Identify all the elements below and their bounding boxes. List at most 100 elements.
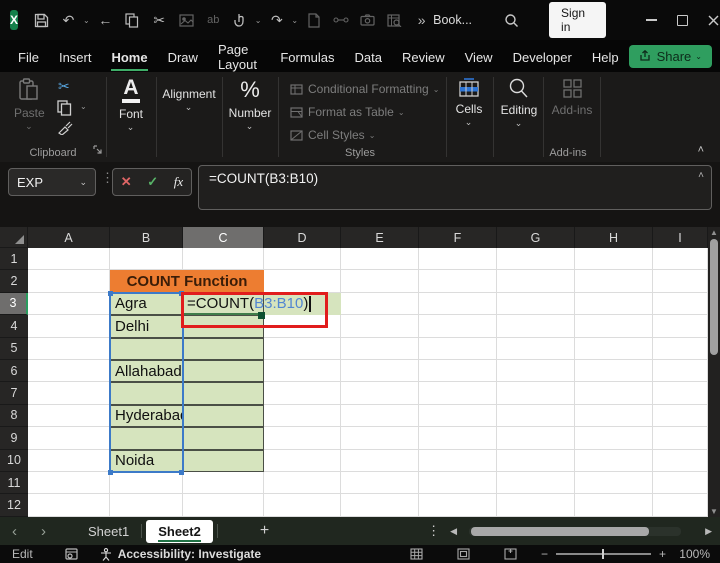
cell-I8[interactable] (653, 405, 708, 427)
cell-I7[interactable] (653, 382, 708, 404)
cell-I2[interactable] (653, 270, 708, 292)
cell-H4[interactable] (575, 315, 653, 337)
row-header-3[interactable]: 3 (0, 293, 28, 315)
page-layout-view-icon[interactable] (457, 548, 470, 560)
ribbon-tab-help[interactable]: Help (582, 43, 629, 70)
cell-G10[interactable] (497, 450, 575, 472)
row-header-8[interactable]: 8 (0, 405, 28, 427)
paste-picture-icon[interactable] (175, 9, 198, 31)
normal-view-icon[interactable] (410, 548, 423, 560)
cell-H5[interactable] (575, 338, 653, 360)
column-header-I[interactable]: I (653, 227, 708, 248)
cell-A7[interactable] (28, 382, 110, 404)
next-sheet-icon[interactable]: › (29, 523, 58, 540)
cell-B7[interactable] (110, 382, 183, 404)
prev-sheet-icon[interactable]: ‹ (0, 523, 29, 540)
copy-menu-chevron[interactable]: ⌄ (80, 102, 87, 111)
cell-F8[interactable] (419, 405, 497, 427)
cell-I4[interactable] (653, 315, 708, 337)
column-header-G[interactable]: G (497, 227, 575, 248)
cell-A5[interactable] (28, 338, 110, 360)
cut-icon[interactable]: ✂ (148, 9, 171, 31)
cell-D12[interactable] (264, 494, 341, 516)
touch-mode-icon[interactable] (229, 9, 252, 31)
cell-A2[interactable] (28, 270, 110, 292)
cell-F1[interactable] (419, 248, 497, 270)
cell-B12[interactable] (110, 494, 183, 516)
cell-D9[interactable] (264, 427, 341, 449)
chevron-down-icon[interactable]: ⌄ (255, 16, 262, 25)
cell-D11[interactable] (264, 472, 341, 494)
cell-E12[interactable] (341, 494, 419, 516)
cells-group-button[interactable]: Cells ⌄ (450, 78, 488, 128)
cell-F4[interactable] (419, 315, 497, 337)
find-replace-icon[interactable]: ab (202, 9, 225, 31)
cell-G5[interactable] (497, 338, 575, 360)
zoom-slider-thumb[interactable] (602, 549, 605, 559)
close-button[interactable] (698, 7, 720, 33)
undo-icon[interactable]: ↶ (57, 9, 80, 31)
cell-C5[interactable] (183, 338, 264, 360)
row-header-4[interactable]: 4 (0, 315, 28, 337)
cell-H2[interactable] (575, 270, 653, 292)
cell-A11[interactable] (28, 472, 110, 494)
column-header-F[interactable]: F (419, 227, 497, 248)
cell-A6[interactable] (28, 360, 110, 382)
cell-G9[interactable] (497, 427, 575, 449)
cell-A4[interactable] (28, 315, 110, 337)
cell-E6[interactable] (341, 360, 419, 382)
ribbon-tab-page-layout[interactable]: Page Layout (208, 35, 270, 77)
tab-sheet2[interactable]: Sheet2 (146, 520, 213, 543)
sheet-view-icon[interactable] (383, 9, 406, 31)
cell-G11[interactable] (497, 472, 575, 494)
cell-I3[interactable] (653, 293, 708, 315)
cell-H3[interactable] (575, 293, 653, 315)
ribbon-tab-view[interactable]: View (455, 43, 503, 70)
cell-I1[interactable] (653, 248, 708, 270)
cut-button[interactable]: ✂ (58, 78, 70, 95)
cell-F10[interactable] (419, 450, 497, 472)
ribbon-tab-draw[interactable]: Draw (158, 43, 208, 70)
cell-C10[interactable] (183, 450, 264, 472)
cell-E10[interactable] (341, 450, 419, 472)
hscroll-right-icon[interactable]: ▶ (705, 526, 712, 537)
scroll-down-icon[interactable]: ▼ (708, 507, 720, 516)
cell-I12[interactable] (653, 494, 708, 516)
cell-F7[interactable] (419, 382, 497, 404)
draw-tool-icon[interactable] (329, 9, 352, 31)
insert-function-icon[interactable]: fx (174, 174, 183, 190)
cell-B11[interactable] (110, 472, 183, 494)
horizontal-scrollbar-thumb[interactable] (471, 527, 649, 536)
column-header-A[interactable]: A (28, 227, 110, 248)
ribbon-tab-review[interactable]: Review (392, 43, 455, 70)
ribbon-tab-data[interactable]: Data (345, 43, 392, 70)
select-all-corner[interactable] (0, 227, 28, 248)
column-header-D[interactable]: D (264, 227, 341, 248)
cell-H8[interactable] (575, 405, 653, 427)
alignment-group-button[interactable]: Alignment ⌄ (159, 78, 219, 113)
cell-H1[interactable] (575, 248, 653, 270)
sign-in-button[interactable]: Sign in (549, 2, 606, 38)
cell-D8[interactable] (264, 405, 341, 427)
cell-F2[interactable] (419, 270, 497, 292)
row-header-2[interactable]: 2 (0, 270, 28, 292)
new-file-icon[interactable] (302, 9, 325, 31)
enter-icon[interactable]: ✓ (147, 174, 158, 190)
zoom-in-icon[interactable]: + (659, 547, 666, 561)
camera-icon[interactable] (356, 9, 379, 31)
maximize-button[interactable] (667, 7, 698, 33)
cell-G3[interactable] (497, 293, 575, 315)
cell-D5[interactable] (264, 338, 341, 360)
save-icon[interactable] (30, 9, 53, 31)
cell-E2[interactable] (341, 270, 419, 292)
cell-B4[interactable]: Delhi (110, 315, 183, 337)
cell-E3[interactable] (341, 293, 419, 315)
row-header-6[interactable]: 6 (0, 360, 28, 382)
row-header-7[interactable]: 7 (0, 382, 28, 404)
excel-logo-icon[interactable]: X (10, 10, 18, 30)
cell-E9[interactable] (341, 427, 419, 449)
page-break-view-icon[interactable] (504, 548, 517, 560)
cell-B10[interactable]: Noida (110, 450, 183, 472)
number-group-button[interactable]: % Number ⌄ (226, 78, 274, 132)
cell-styles-button[interactable]: Cell Styles ⌄ (290, 128, 375, 142)
